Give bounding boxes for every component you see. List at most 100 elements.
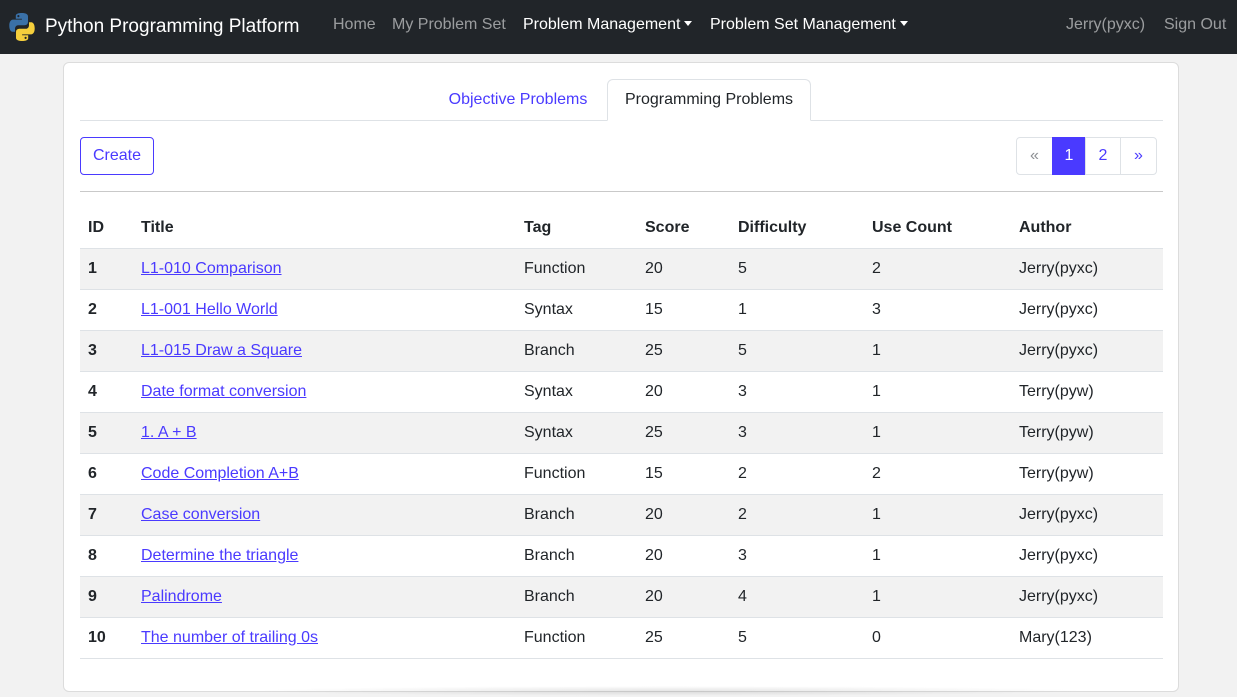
- cell-author: Jerry(pyxc): [1019, 506, 1099, 523]
- create-button[interactable]: Create: [80, 137, 154, 175]
- header-difficulty: Difficulty: [738, 219, 807, 236]
- cell-tag: Function: [524, 629, 586, 646]
- header-use-count: Use Count: [872, 219, 952, 236]
- table-row: 8 Determine the triangle Branch 20 3 1 Jerry(p…: [80, 536, 1163, 577]
- cell-author: Terry(pyw): [1019, 465, 1094, 482]
- cell-use-count: 1: [872, 424, 881, 441]
- cell-use-count: 1: [872, 506, 881, 523]
- cell-difficulty: 3: [738, 547, 747, 564]
- table-row: 5 1. A + B Syntax 25 3 1 Terry(pyw): [80, 413, 1163, 454]
- bottom-shadow: [250, 686, 1090, 696]
- cell-author: Jerry(pyxc): [1019, 547, 1099, 564]
- cell-id: 2: [88, 301, 97, 318]
- cell-score: 15: [645, 465, 663, 482]
- cell-tag: Function: [524, 465, 586, 482]
- caret-down-icon: [684, 21, 693, 26]
- table-body: 1 L1-010 Comparison Function 20 5 2 Jerry(pyxc…: [80, 249, 1163, 659]
- cell-tag: Branch: [524, 506, 575, 523]
- cell-id: 8: [88, 547, 97, 564]
- cell-title-link[interactable]: Code Completion A+B: [141, 454, 299, 494]
- cell-title-link[interactable]: 1. A + B: [141, 413, 197, 453]
- cell-difficulty: 2: [738, 465, 747, 482]
- table-header: ID Title Tag Score Difficulty Use Count …: [80, 208, 1163, 249]
- problems-table: ID Title Tag Score Difficulty Use Count …: [80, 208, 1163, 659]
- cell-score: 20: [645, 383, 663, 400]
- pagination-prev[interactable]: «: [1016, 137, 1053, 175]
- cell-title-link[interactable]: Determine the triangle: [141, 536, 298, 576]
- caret-down-icon: [899, 21, 908, 26]
- table-row: 2 L1-001 Hello World Syntax 15 1 3 Jerry(pyxc): [80, 290, 1163, 331]
- cell-difficulty: 3: [738, 383, 747, 400]
- cell-use-count: 2: [872, 465, 881, 482]
- cell-tag: Syntax: [524, 383, 573, 400]
- pagination-next[interactable]: »: [1120, 137, 1157, 175]
- nav-problem-set-management-label: Problem Set Management: [710, 16, 896, 33]
- cell-difficulty: 5: [738, 342, 747, 359]
- cell-use-count: 1: [872, 588, 881, 605]
- pagination-page-1[interactable]: 1: [1052, 137, 1086, 175]
- sign-out-link[interactable]: Sign Out: [1164, 0, 1226, 54]
- cell-tag: Branch: [524, 547, 575, 564]
- cell-id: 9: [88, 588, 97, 605]
- cell-author: Jerry(pyxc): [1019, 301, 1099, 318]
- table-row: 4 Date format conversion Syntax 20 3 1 Terry(p…: [80, 372, 1163, 413]
- cell-id: 3: [88, 342, 97, 359]
- cell-use-count: 1: [872, 547, 881, 564]
- cell-difficulty: 1: [738, 301, 747, 318]
- nav-user[interactable]: Jerry(pyxc): [1066, 0, 1145, 54]
- cell-use-count: 1: [872, 383, 881, 400]
- pagination: « 1 2 »: [1016, 137, 1157, 175]
- nav-home[interactable]: Home: [333, 0, 376, 54]
- cell-difficulty: 4: [738, 588, 747, 605]
- nav-my-problem-set[interactable]: My Problem Set: [392, 0, 506, 54]
- table-row: 9 Palindrome Branch 20 4 1 Jerry(pyxc): [80, 577, 1163, 618]
- cell-id: 4: [88, 383, 97, 400]
- cell-title-link[interactable]: Palindrome: [141, 577, 222, 617]
- brand[interactable]: Python Programming Platform: [6, 0, 300, 54]
- cell-tag: Function: [524, 260, 586, 277]
- cell-score: 20: [645, 260, 663, 277]
- header-author: Author: [1019, 219, 1072, 236]
- cell-score: 25: [645, 424, 663, 441]
- cell-author: Terry(pyw): [1019, 383, 1094, 400]
- cell-score: 15: [645, 301, 663, 318]
- top-navbar: Python Programming Platform Home My Prob…: [0, 0, 1237, 54]
- cell-score: 25: [645, 342, 663, 359]
- table-row: 7 Case conversion Branch 20 2 1 Jerry(pyxc): [80, 495, 1163, 536]
- cell-difficulty: 5: [738, 260, 747, 277]
- cell-score: 20: [645, 506, 663, 523]
- cell-id: 7: [88, 506, 97, 523]
- cell-tag: Branch: [524, 342, 575, 359]
- divider: [80, 191, 1163, 192]
- cell-score: 25: [645, 629, 663, 646]
- cell-difficulty: 3: [738, 424, 747, 441]
- cell-author: Mary(123): [1019, 629, 1092, 646]
- cell-author: Jerry(pyxc): [1019, 260, 1099, 277]
- nav-problem-set-management-dropdown[interactable]: Problem Set Management: [710, 0, 908, 54]
- cell-title-link[interactable]: Case conversion: [141, 495, 260, 535]
- cell-title-link[interactable]: L1-015 Draw a Square: [141, 331, 302, 371]
- cell-score: 20: [645, 588, 663, 605]
- table-row: 10 The number of trailing 0s Function 25 5 0 M…: [80, 618, 1163, 659]
- cell-title-link[interactable]: Date format conversion: [141, 372, 306, 412]
- pagination-page-2[interactable]: 2: [1085, 137, 1121, 175]
- cell-difficulty: 2: [738, 506, 747, 523]
- table-row: 6 Code Completion A+B Function 15 2 2 Terry(py…: [80, 454, 1163, 495]
- nav-problem-management-dropdown[interactable]: Problem Management: [523, 0, 693, 54]
- cell-author: Terry(pyw): [1019, 424, 1094, 441]
- tab-objective-problems[interactable]: Objective Problems: [432, 79, 604, 121]
- header-id: ID: [88, 219, 104, 236]
- tab-programming-problems[interactable]: Programming Problems: [607, 79, 811, 121]
- problems-card: Objective Problems Programming Problems …: [63, 62, 1179, 692]
- table-row: 1 L1-010 Comparison Function 20 5 2 Jerry(pyxc…: [80, 249, 1163, 290]
- brand-title: Python Programming Platform: [45, 16, 300, 37]
- cell-title-link[interactable]: L1-010 Comparison: [141, 249, 282, 289]
- cell-title-link[interactable]: L1-001 Hello World: [141, 290, 278, 330]
- cell-difficulty: 5: [738, 629, 747, 646]
- header-title: Title: [141, 219, 174, 236]
- cell-id: 10: [88, 629, 106, 646]
- cell-score: 20: [645, 547, 663, 564]
- cell-author: Jerry(pyxc): [1019, 342, 1099, 359]
- cell-id: 1: [88, 260, 97, 277]
- cell-title-link[interactable]: The number of trailing 0s: [141, 618, 318, 658]
